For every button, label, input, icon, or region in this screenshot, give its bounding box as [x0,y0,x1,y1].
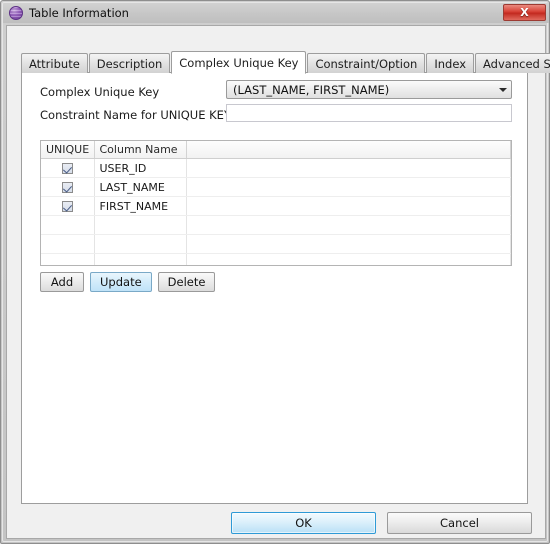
update-button[interactable]: Update [90,272,152,292]
purple-sphere-icon [9,6,23,20]
filler-cell [186,158,511,178]
table-row-empty[interactable] [41,253,511,265]
empty-cell [186,234,511,254]
table-row[interactable]: LAST_NAME [41,177,511,197]
tab-panel-complex-unique-key: Complex Unique Key (LAST_NAME, FIRST_NAM… [21,72,528,504]
close-icon: X [520,6,529,19]
tab-description[interactable]: Description [88,53,171,73]
checkbox-checked-icon[interactable] [61,182,73,193]
tab-label: Constraint/Option [315,56,418,71]
column-header[interactable]: Column Name [94,141,187,159]
tab-attribute[interactable]: Attribute [21,53,88,73]
table-body: USER_ID LAST_NAME FIRST_NAME [41,158,511,265]
dialog-action-buttons: OK Cancel [7,512,547,534]
tab-label: Advanced Settings [483,56,550,71]
tab-label: Index [434,56,467,71]
empty-cell [41,234,95,254]
empty-cell [94,215,187,235]
tab-label: Complex Unique Key [179,55,299,70]
table-information-window: Table Information X Attribute Description… [0,0,550,544]
table-header-row: UNIQUE Column Name [41,141,511,159]
window-title: Table Information [29,6,129,20]
constraint-name-input[interactable] [226,104,512,122]
tab-index[interactable]: Index [426,53,475,73]
column-header[interactable]: UNIQUE [41,141,95,159]
row-action-buttons: Add Update Delete [40,272,216,292]
empty-cell [94,253,187,265]
complex-unique-key-value: (LAST_NAME, FIRST_NAME) [233,82,390,97]
table-row[interactable]: FIRST_NAME [41,196,511,216]
column-name-cell: LAST_NAME [94,177,187,197]
unique-columns-table: UNIQUE Column Name USER_ID LAST_NAME FIRST_… [41,141,511,265]
add-button[interactable]: Add [40,272,84,292]
table-header: UNIQUE Column Name [41,141,511,159]
empty-cell [41,215,95,235]
checkbox-checked-icon[interactable] [61,163,73,174]
tab-label: Description [96,56,163,71]
filler-cell [186,177,511,197]
empty-cell [186,253,511,265]
filler-cell [186,196,511,216]
delete-button[interactable]: Delete [157,272,216,292]
empty-cell [94,234,187,254]
title-bar: Table Information X [3,3,549,23]
complex-unique-key-label: Complex Unique Key [40,85,160,99]
tab-complex-unique-key[interactable]: Complex Unique Key [171,51,307,74]
ok-button[interactable]: OK [231,512,376,534]
tab-label: Attribute [29,56,80,71]
complex-unique-key-select[interactable]: (LAST_NAME, FIRST_NAME) [226,80,512,99]
unique-cell[interactable] [41,196,95,216]
unique-cell[interactable] [41,177,95,197]
empty-cell [186,215,511,235]
constraint-name-label: Constraint Name for UNIQUE KEY [40,108,231,122]
close-button[interactable]: X [503,4,546,21]
table-row[interactable]: USER_ID [41,158,511,178]
empty-cell [41,253,95,265]
unique-columns-grid[interactable]: UNIQUE Column Name USER_ID LAST_NAME FIRST_… [40,140,512,266]
table-row-empty[interactable] [41,234,511,254]
tab-advanced-settings[interactable]: Advanced Settings [475,53,550,73]
checkbox-checked-icon[interactable] [61,201,73,212]
tab-constraint-option[interactable]: Constraint/Option [307,53,426,73]
cancel-button[interactable]: Cancel [387,512,532,534]
table-row-empty[interactable] [41,215,511,235]
tab-strip: Attribute Description Complex Unique Key Co… [21,50,550,74]
column-name-cell: USER_ID [94,158,187,178]
column-header[interactable] [186,141,511,159]
unique-cell[interactable] [41,158,95,178]
dialog-body: Attribute Description Complex Unique Key Co… [6,25,550,539]
chevron-down-icon [495,81,511,98]
column-name-cell: FIRST_NAME [94,196,187,216]
